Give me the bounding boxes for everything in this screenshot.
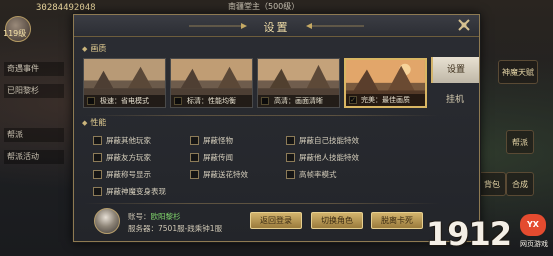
- account-name-label: 账号：: [128, 212, 151, 221]
- account-name-row: 账号：欧阳黎杉: [128, 211, 181, 222]
- hud-top-title: 南疆堂主（500级）: [228, 2, 300, 11]
- option-hide-monsters[interactable]: 屏蔽怪物: [190, 135, 233, 147]
- bullet-icon: ◆: [82, 45, 88, 53]
- watermark-number: 1912: [426, 215, 512, 253]
- checkbox[interactable]: [93, 153, 102, 162]
- option-hide-friendly-players[interactable]: 屏蔽友方玩家: [93, 152, 151, 164]
- ornament-right: [306, 23, 364, 29]
- hud-right-item[interactable]: 背包: [478, 172, 506, 196]
- dialog-header: 设置: [74, 15, 479, 37]
- player-level: 119级: [3, 29, 27, 38]
- option-label: 屏蔽称号显示: [106, 170, 151, 179]
- hud-right-item[interactable]: 合成: [506, 172, 534, 196]
- option-hide-transform-fx[interactable]: 屏蔽神魔变身表现: [93, 186, 166, 198]
- account-server-label: 服务器：: [128, 224, 158, 233]
- quality-option-0[interactable]: 极速：省电模式: [83, 58, 166, 108]
- tab-settings[interactable]: 设置: [431, 57, 479, 83]
- close-icon[interactable]: [455, 17, 473, 35]
- checkbox[interactable]: [93, 170, 102, 179]
- option-hide-flower-fx[interactable]: 屏蔽送花特效: [190, 169, 248, 181]
- settings-dialog: 设置 ◆ 画质 极速：省电模式 标清：性能均衡 高清：画面清晰 完美：最佳画质 …: [73, 14, 480, 242]
- hud-right-item[interactable]: 神魔天赋: [498, 60, 538, 84]
- option-hide-own-skill-fx[interactable]: 屏蔽自己技能特效: [286, 135, 359, 147]
- bullet-icon: ◆: [82, 119, 88, 127]
- option-label: 屏蔽他人技能特效: [299, 153, 359, 162]
- account-server-row: 服务器：7501服-践乘钟1服: [128, 223, 222, 234]
- quality-option-3[interactable]: ✓ 完美：最佳画质: [344, 58, 427, 108]
- watermark-logo: 1912 YX 网页游戏: [426, 213, 551, 253]
- watermark-subtitle: 网页游戏: [520, 240, 548, 248]
- quality-label: 完美：最佳画质: [346, 94, 425, 106]
- option-label: 高帧率模式: [299, 170, 337, 179]
- checkbox[interactable]: [93, 136, 102, 145]
- checkbox[interactable]: [286, 136, 295, 145]
- divider: [84, 203, 439, 204]
- divider: [84, 115, 439, 116]
- option-label: 屏蔽送花特效: [203, 170, 248, 179]
- option-hide-rumors[interactable]: 屏蔽传闻: [190, 152, 233, 164]
- option-label: 屏蔽怪物: [203, 136, 233, 145]
- checkbox[interactable]: [286, 153, 295, 162]
- quality-option-2[interactable]: 高清：画面清晰: [257, 58, 340, 108]
- quality-label: 标清：性能均衡: [171, 95, 252, 107]
- player-id: 30284492048: [36, 3, 96, 13]
- section-performance: ◆ 性能: [82, 117, 106, 128]
- quality-label: 极速：省电模式: [84, 95, 165, 107]
- section-quality-label: 画质: [90, 44, 107, 53]
- hud-left-item[interactable]: 奇遇事件: [4, 62, 64, 76]
- checkbox[interactable]: [190, 153, 199, 162]
- account-avatar: [94, 208, 120, 234]
- switch-role-button[interactable]: 切换角色: [311, 212, 363, 229]
- hud-left-item[interactable]: 帮派活动: [4, 150, 64, 164]
- hud-left-item[interactable]: 已阳黎杉: [4, 84, 64, 98]
- quality-option-1[interactable]: 标清：性能均衡: [170, 58, 253, 108]
- option-label: 屏蔽其他玩家: [106, 136, 151, 145]
- option-label: 屏蔽友方玩家: [106, 153, 151, 162]
- tab-auto-battle[interactable]: 挂机: [431, 87, 479, 113]
- dialog-title: 设置: [263, 21, 290, 34]
- account-name-value: 欧阳黎杉: [150, 212, 181, 221]
- unstuck-button[interactable]: 脱离卡死: [371, 212, 423, 229]
- hud-right-item[interactable]: 帮派: [506, 130, 534, 154]
- option-hide-others-skill-fx[interactable]: 屏蔽他人技能特效: [286, 152, 359, 164]
- back-to-login-button[interactable]: 返回登录: [250, 212, 302, 229]
- option-hide-other-players[interactable]: 屏蔽其他玩家: [93, 135, 151, 147]
- checkbox[interactable]: [286, 170, 295, 179]
- quality-label: 高清：画面清晰: [258, 95, 339, 107]
- option-label: 屏蔽神魔变身表现: [106, 187, 166, 196]
- checkbox[interactable]: [93, 187, 102, 196]
- option-high-framerate[interactable]: 高帧率模式: [286, 169, 337, 181]
- option-hide-titles[interactable]: 屏蔽称号显示: [93, 169, 151, 181]
- option-label: 屏蔽传闻: [203, 153, 233, 162]
- left-hud: 119级 30284492048 奇遇事件 已阳黎杉 帮派 帮派活动: [0, 0, 96, 256]
- watermark-badge: YX: [520, 214, 546, 236]
- checkbox[interactable]: [190, 136, 199, 145]
- hud-left-item[interactable]: 帮派: [4, 128, 64, 142]
- section-performance-label: 性能: [90, 118, 107, 127]
- section-quality: ◆ 画质: [82, 43, 106, 54]
- account-server-value: 7501服-践乘钟1服: [158, 224, 223, 233]
- checkbox[interactable]: [190, 170, 199, 179]
- option-label: 屏蔽自己技能特效: [299, 136, 359, 145]
